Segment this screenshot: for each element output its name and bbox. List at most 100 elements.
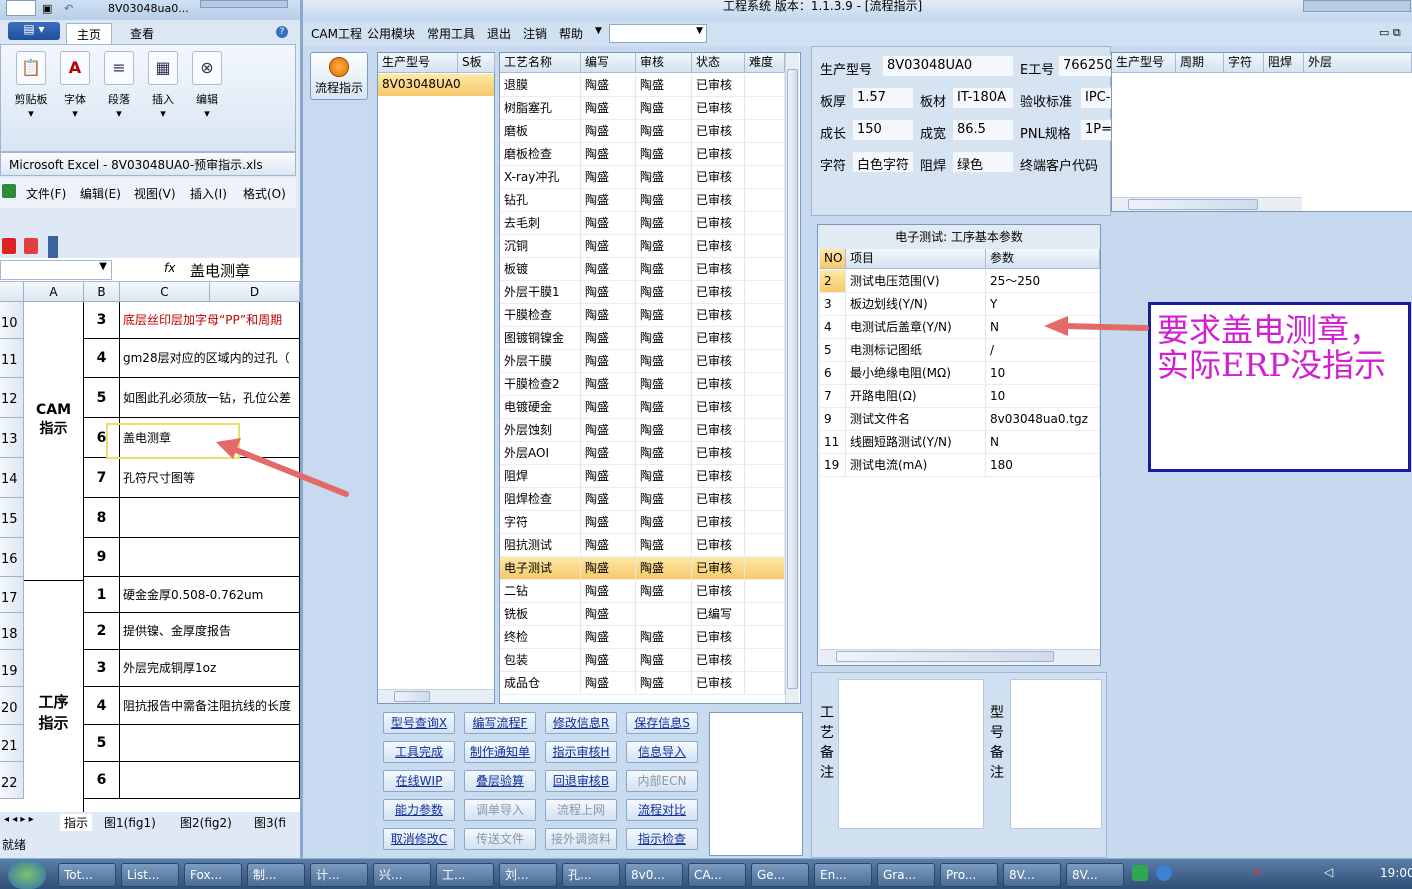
taskbar-item[interactable]: Ge...: [751, 863, 809, 887]
row-header[interactable]: 15: [0, 498, 24, 538]
standard-value[interactable]: IPC-: [1080, 87, 1112, 109]
action-button[interactable]: 信息导入: [626, 741, 698, 763]
action-button[interactable]: 传送文件: [464, 828, 536, 850]
process-row[interactable]: 阻焊检查 陶盛 陶盛 已审核: [500, 488, 785, 511]
speaker-icon[interactable]: ◁: [1324, 865, 1333, 879]
cell-c[interactable]: 孔符尺寸图等: [120, 458, 300, 498]
action-button[interactable]: 保存信息S: [626, 712, 698, 734]
process-row-selected[interactable]: 电子测试 陶盛 陶盛 已审核: [500, 557, 785, 580]
model-grid-hscroll[interactable]: [378, 689, 494, 703]
toolbar-overflow-icon[interactable]: [48, 236, 58, 258]
cell-c[interactable]: 提供镍、金厚度报告: [120, 613, 300, 650]
taskbar-item[interactable]: 制...: [247, 863, 305, 887]
chevron-down-icon[interactable]: ▼: [595, 26, 602, 36]
ribbon-edit[interactable]: ⊗ 编辑 ▾: [187, 51, 227, 149]
cell-c[interactable]: 底层丝印层加字母“PP”和周期: [120, 302, 300, 339]
tray-app-icon[interactable]: [1132, 865, 1148, 881]
process-row[interactable]: 铣板 陶盛 已编写: [500, 603, 785, 626]
model-row-selected[interactable]: 8V03048UA0: [378, 74, 494, 96]
process-row[interactable]: 阻抗测试 陶盛 陶盛 已审核: [500, 534, 785, 557]
param-row[interactable]: 6 最小绝缘电阻(MΩ) 10: [820, 362, 1100, 385]
ribbon-insert[interactable]: ▦ 插入 ▾: [143, 51, 183, 149]
action-button[interactable]: 指示检查: [626, 828, 698, 850]
process-row[interactable]: 去毛刺 陶盛 陶盛 已审核: [500, 212, 785, 235]
menu-insert[interactable]: 插入(I): [190, 185, 227, 202]
action-button[interactable]: 制作通知单: [464, 741, 536, 763]
taskbar-item[interactable]: Tot...: [58, 863, 116, 887]
process-row[interactable]: 树脂塞孔 陶盛 陶盛 已审核: [500, 97, 785, 120]
menu-help[interactable]: 帮助: [559, 25, 583, 42]
action-button[interactable]: 流程上网: [545, 799, 617, 821]
params-header[interactable]: 参数: [986, 249, 1100, 269]
save-icon[interactable]: ▣: [42, 2, 52, 15]
param-row[interactable]: 4 电测试后盖章(Y/N) N: [820, 316, 1100, 339]
action-button[interactable]: 指示审核H: [545, 741, 617, 763]
flow-instructions-button[interactable]: 流程指示: [310, 52, 368, 100]
tray-close-icon[interactable]: ✕: [1252, 865, 1266, 881]
mdi-controls[interactable]: ▭ ⧉: [1379, 26, 1401, 40]
process-row[interactable]: 图镀铜镍金 陶盛 陶盛 已审核: [500, 327, 785, 350]
thickness-value[interactable]: 1.57: [852, 87, 914, 109]
menu-exit[interactable]: 退出: [487, 25, 511, 42]
cell-c[interactable]: 阻抗报告中需备注阻抗线的长度: [120, 687, 300, 725]
process-row[interactable]: 磨板检查 陶盛 陶盛 已审核: [500, 143, 785, 166]
model-grid-header[interactable]: 生产型号: [378, 53, 458, 73]
process-row[interactable]: 字符 陶盛 陶盛 已审核: [500, 511, 785, 534]
window-controls[interactable]: [1303, 0, 1411, 12]
taskbar-item[interactable]: 兴...: [373, 863, 431, 887]
param-row[interactable]: 11 线圈短路测试(Y/N) N: [820, 431, 1100, 454]
row-header[interactable]: 17: [0, 577, 24, 613]
action-button[interactable]: 内部ECN: [626, 770, 698, 792]
param-row[interactable]: 5 电测标记图纸 /: [820, 339, 1100, 362]
cell-b[interactable]: 4: [84, 339, 120, 378]
process-row[interactable]: 外层蚀刻 陶盛 陶盛 已审核: [500, 419, 785, 442]
cell-c[interactable]: gm28层对应的区域内的过孔（: [120, 339, 300, 378]
process-row[interactable]: 外层AOI 陶盛 陶盛 已审核: [500, 442, 785, 465]
taskbar-item[interactable]: En...: [814, 863, 872, 887]
side-grid-header[interactable]: 字符: [1224, 53, 1264, 73]
formula-input[interactable]: 盖电测章: [190, 260, 250, 281]
menu-edit[interactable]: 编辑(E): [80, 185, 121, 202]
process-remark-input[interactable]: [838, 679, 984, 829]
params-header[interactable]: 项目: [846, 249, 986, 269]
taskbar-item[interactable]: 8V...: [1003, 863, 1061, 887]
param-row[interactable]: 2 测试电压范围(V) 25～250: [820, 270, 1100, 293]
soldermask-value[interactable]: 绿色: [952, 151, 1014, 173]
action-button[interactable]: 接外调资料: [545, 828, 617, 850]
menu-format[interactable]: 格式(O): [243, 185, 286, 202]
cell-c[interactable]: [120, 498, 300, 538]
param-row[interactable]: 7 开路电阻(Ω) 10: [820, 385, 1100, 408]
process-row[interactable]: 板镀 陶盛 陶盛 已审核: [500, 258, 785, 281]
corner-cell[interactable]: [0, 282, 24, 302]
action-button[interactable]: 叠层验算: [464, 770, 536, 792]
group-cam-cell[interactable]: CAM 指示: [24, 302, 84, 581]
side-grid-header[interactable]: 周期: [1176, 53, 1224, 73]
process-row[interactable]: 干膜检查2 陶盛 陶盛 已审核: [500, 373, 785, 396]
taskbar-item[interactable]: List...: [121, 863, 179, 887]
menu-logout[interactable]: 注销: [523, 25, 547, 42]
action-button[interactable]: 修改信息R: [545, 712, 617, 734]
e-number-value[interactable]: 766250: [1058, 55, 1112, 77]
cell-b[interactable]: 7: [84, 458, 120, 498]
process-row[interactable]: 外层干膜 陶盛 陶盛 已审核: [500, 350, 785, 373]
taskbar-item[interactable]: 工...: [436, 863, 494, 887]
material-value[interactable]: IT-180A: [952, 87, 1014, 109]
sheet-nav-icon[interactable]: ◂ ◂ ▸ ▸: [4, 814, 34, 825]
action-button[interactable]: 流程对比: [626, 799, 698, 821]
name-box[interactable]: ▼: [0, 260, 112, 280]
cell-c[interactable]: [120, 725, 300, 762]
cell-b[interactable]: 4: [84, 687, 120, 725]
process-header[interactable]: 状态: [692, 53, 745, 73]
row-header[interactable]: 20: [0, 687, 24, 725]
pnl-value[interactable]: 1P=: [1080, 119, 1112, 141]
process-row[interactable]: 干膜检查 陶盛 陶盛 已审核: [500, 304, 785, 327]
sheet-tab[interactable]: 图3(fi: [254, 814, 286, 831]
ribbon-clipboard[interactable]: 📋 剪贴板 ▾: [11, 51, 51, 149]
ribbon-paragraph[interactable]: ≡ 段落 ▾: [99, 51, 139, 149]
menu-common-module[interactable]: 公用模块: [367, 25, 415, 42]
side-grid-hscroll[interactable]: [1112, 197, 1302, 211]
taskbar-item[interactable]: Fox...: [184, 863, 242, 887]
row-header[interactable]: 11: [0, 339, 24, 378]
action-button[interactable]: 型号查询X: [383, 712, 455, 734]
sheet-tab[interactable]: 指示: [60, 814, 93, 831]
